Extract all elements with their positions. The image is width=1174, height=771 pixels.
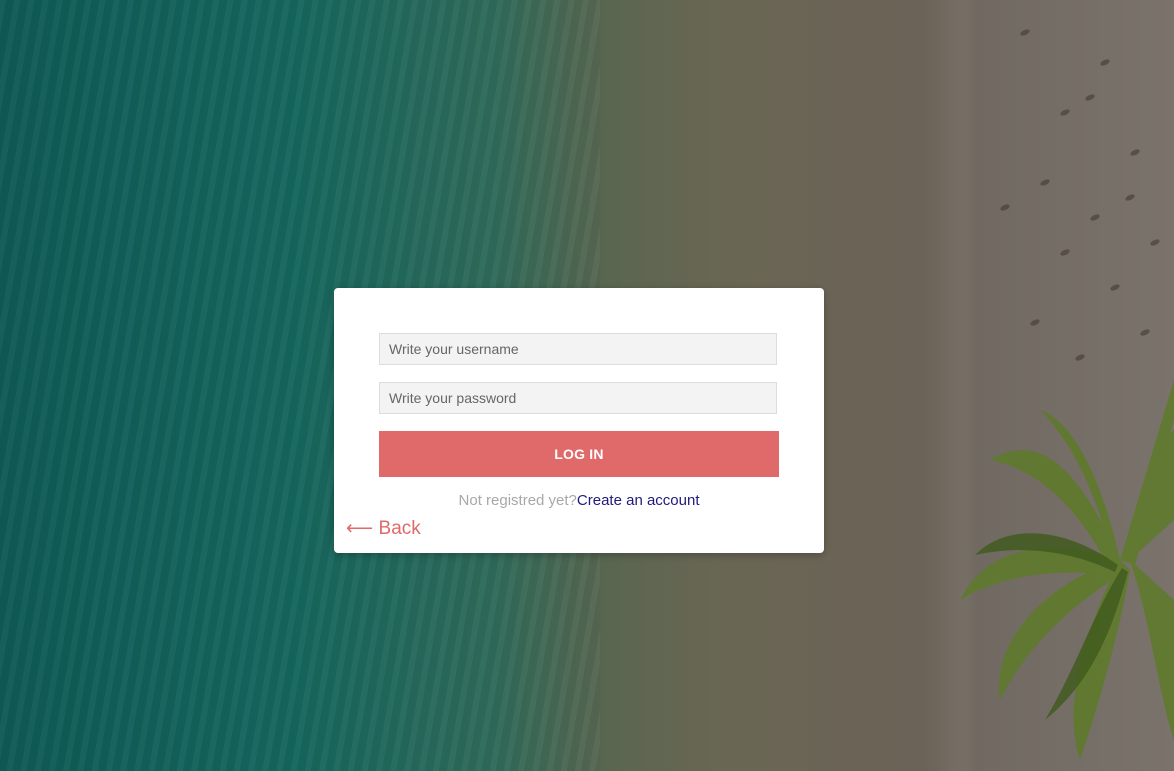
register-prompt-line: Not registred yet?Create an account [334, 492, 824, 509]
back-link[interactable]: ⟵ Back [346, 517, 421, 540]
password-input[interactable] [379, 382, 777, 414]
back-arrow-icon: ⟵ [346, 518, 374, 539]
shoreline [930, 0, 970, 771]
register-prompt-text: Not registred yet? [458, 492, 577, 509]
login-card: LOG IN Not registred yet?Create an accou… [334, 288, 824, 553]
create-account-link[interactable]: Create an account [577, 492, 700, 509]
back-link-label: Back [378, 518, 421, 539]
login-button[interactable]: LOG IN [379, 431, 779, 477]
username-input[interactable] [379, 333, 777, 365]
